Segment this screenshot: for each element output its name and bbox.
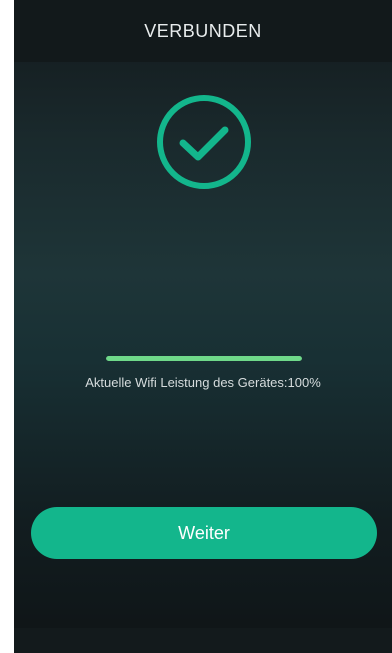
header-bar: VERBUNDEN xyxy=(14,0,392,62)
wifi-progress-fill xyxy=(106,356,302,361)
wifi-strength-text: Aktuelle Wifi Leistung des Gerätes:100% xyxy=(85,375,321,390)
check-circle-icon xyxy=(154,92,254,192)
page-title: VERBUNDEN xyxy=(144,20,262,41)
next-button[interactable]: Weiter xyxy=(31,507,377,559)
app-screen: VERBUNDEN Aktuelle Wifi Leistung des Ger… xyxy=(14,0,392,653)
bottom-bar xyxy=(14,628,392,653)
wifi-progress-bar xyxy=(106,356,302,361)
